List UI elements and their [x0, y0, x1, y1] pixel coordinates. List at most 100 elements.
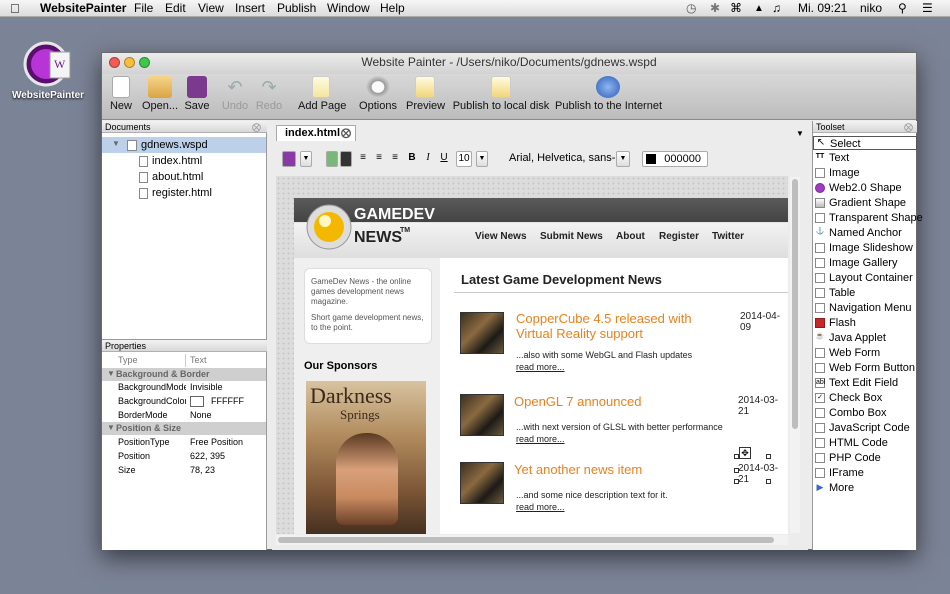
tool-text[interactable]: TT Text	[813, 151, 917, 165]
read-more-link[interactable]: read more...	[516, 502, 565, 512]
app-desktop-icon[interactable]: W	[22, 38, 74, 90]
font-size-field[interactable]: 10	[456, 151, 472, 167]
align-left-icon[interactable]: ≡	[356, 151, 370, 167]
close-documents-icon[interactable]: ⨂	[252, 122, 261, 133]
redo-button[interactable]: ↷ Redo	[255, 76, 283, 112]
selection-handle[interactable]	[766, 454, 771, 459]
publish-local-button[interactable]: Publish to local disk	[452, 76, 550, 112]
style-icon[interactable]	[282, 151, 296, 167]
disclosure-triangle-icon[interactable]: ▼	[107, 423, 115, 432]
spotlight-icon[interactable]: ⚲	[898, 1, 907, 15]
news-title[interactable]: OpenGL 7 announced	[514, 394, 724, 409]
design-canvas[interactable]: GAMEDEV NEWS TM View News Submit News Ab…	[276, 176, 788, 534]
vertical-scrollbar[interactable]	[790, 177, 800, 533]
tool-navigation-menu[interactable]: Navigation Menu	[813, 301, 917, 315]
news-title[interactable]: CopperCube 4.5 released with Virtual Rea…	[516, 311, 726, 341]
tool-gradient-shape[interactable]: Gradient Shape	[813, 196, 917, 210]
font-family-field[interactable]: Arial, Helvetica, sans-	[506, 151, 616, 167]
time-machine-icon[interactable]: ◷	[686, 1, 696, 15]
tool-web-form[interactable]: Web Form	[813, 346, 917, 360]
save-button[interactable]: Save	[184, 76, 210, 112]
title-bar[interactable]: Website Painter - /Users/niko/Documents/…	[102, 53, 916, 74]
bluetooth-icon[interactable]: ✱	[710, 1, 720, 15]
prop-value[interactable]: 622, 395	[187, 450, 265, 463]
background-color-icon[interactable]	[340, 151, 352, 167]
horizontal-scroll-thumb[interactable]	[278, 537, 774, 543]
read-more-link[interactable]: read more...	[516, 362, 565, 372]
section-position-size[interactable]: Position & Size	[102, 422, 266, 435]
italic-icon[interactable]: I	[422, 151, 434, 167]
volume-icon[interactable]: ♫	[772, 1, 781, 15]
color-swatch[interactable]	[190, 396, 204, 407]
prop-value[interactable]: Free Position	[187, 436, 265, 449]
menu-help[interactable]: Help	[380, 1, 405, 15]
eject-icon[interactable]: ▲	[754, 3, 764, 14]
close-toolset-icon[interactable]: ⨂	[904, 122, 913, 133]
horizontal-scrollbar[interactable]	[276, 535, 788, 545]
close-tab-icon[interactable]: ⨂	[341, 126, 351, 141]
selection-handle[interactable]	[766, 479, 771, 484]
menu-publish[interactable]: Publish	[277, 1, 316, 15]
menu-window[interactable]: Window	[327, 1, 370, 15]
tool-web20-shape[interactable]: Web2.0 Shape	[813, 181, 917, 195]
new-button[interactable]: New	[108, 76, 134, 112]
user-menu[interactable]: niko	[860, 1, 882, 15]
align-center-icon[interactable]: ≡	[372, 151, 386, 167]
font-size-dropdown-icon[interactable]: ▼	[476, 151, 488, 167]
tool-flash[interactable]: Flash	[813, 316, 917, 330]
style-dropdown-icon[interactable]: ▼	[300, 151, 312, 167]
link-icon[interactable]	[326, 151, 338, 167]
nav-twitter[interactable]: Twitter	[712, 231, 744, 242]
tool-layout-container[interactable]: Layout Container	[813, 271, 917, 285]
underline-icon[interactable]: U	[438, 151, 450, 167]
prop-value[interactable]: None	[187, 409, 265, 422]
tool-more[interactable]: ▶ More	[813, 481, 917, 495]
options-button[interactable]: Options	[358, 76, 398, 112]
add-page-button[interactable]: Add Page	[298, 76, 346, 112]
bold-icon[interactable]: B	[406, 151, 418, 167]
tool-table[interactable]: Table	[813, 286, 917, 300]
nav-view-news[interactable]: View News	[475, 231, 527, 242]
text-color-field[interactable]: 000000	[642, 151, 708, 167]
disclosure-triangle-icon[interactable]: ▼	[107, 369, 115, 378]
project-item[interactable]: gdnews.wspd	[141, 139, 208, 151]
clock[interactable]: Mi. 09:21	[798, 1, 847, 15]
news-title[interactable]: Yet another news item	[514, 462, 724, 477]
doc-file-register[interactable]: register.html	[152, 187, 212, 199]
read-more-link[interactable]: read more...	[516, 434, 565, 444]
tab-index[interactable]: index.html ⨂	[276, 125, 356, 141]
tool-check-box[interactable]: ✓ Check Box	[813, 391, 917, 405]
tabs-menu-icon[interactable]: ▼	[796, 129, 804, 138]
move-handle-icon[interactable]: ✥	[739, 447, 751, 459]
tool-java-applet[interactable]: ☕ Java Applet	[813, 331, 917, 345]
apple-icon[interactable]: 	[10, 1, 20, 16]
selection-handle[interactable]	[734, 468, 739, 473]
menu-view[interactable]: View	[198, 1, 224, 15]
menu-edit[interactable]: Edit	[165, 1, 186, 15]
nav-register[interactable]: Register	[659, 231, 699, 242]
prop-value[interactable]: 78, 23	[187, 464, 265, 477]
tool-image-gallery[interactable]: Image Gallery	[813, 256, 917, 270]
tool-transparent-shape[interactable]: Transparent Shape	[813, 211, 923, 225]
menu-file[interactable]: File	[134, 1, 153, 15]
tool-iframe[interactable]: IFrame	[813, 466, 917, 480]
selection-handle[interactable]	[734, 479, 739, 484]
preview-button[interactable]: Preview	[406, 76, 445, 112]
wifi-icon[interactable]: ⌘	[730, 1, 742, 15]
tool-html-code[interactable]: HTML Code	[813, 436, 917, 450]
disclosure-triangle-icon[interactable]: ▼	[112, 139, 120, 148]
undo-button[interactable]: ↶ Undo	[221, 76, 249, 112]
app-menu[interactable]: WebsitePainter	[40, 1, 126, 15]
minimize-window-button[interactable]	[124, 57, 135, 68]
close-window-button[interactable]	[109, 57, 120, 68]
nav-submit-news[interactable]: Submit News	[540, 231, 603, 242]
tool-combo-box[interactable]: Combo Box	[813, 406, 917, 420]
open-button[interactable]: Open...	[140, 76, 180, 112]
publish-internet-button[interactable]: Publish to the Internet	[555, 76, 662, 112]
tool-javascript-code[interactable]: JavaScript Code	[813, 421, 917, 435]
section-background-border[interactable]: Background & Border	[102, 368, 266, 381]
font-family-dropdown-icon[interactable]: ▼	[616, 151, 630, 167]
tool-select[interactable]: ↖ Select	[813, 136, 917, 150]
zoom-window-button[interactable]	[139, 57, 150, 68]
tool-image[interactable]: Image	[813, 166, 917, 180]
